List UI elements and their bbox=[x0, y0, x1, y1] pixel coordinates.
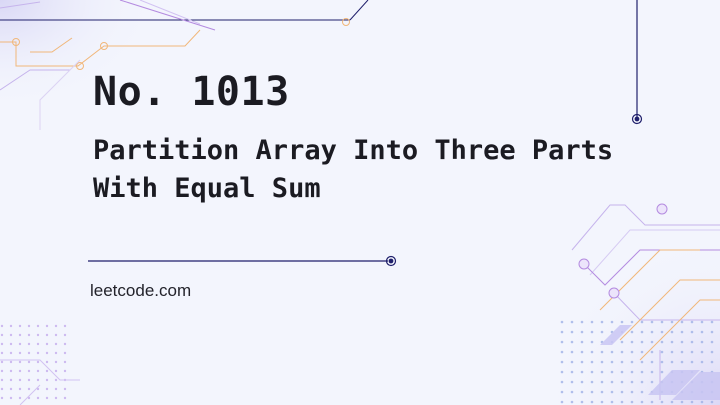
problem-number: No. 1013 bbox=[93, 69, 290, 115]
problem-title: Partition Array Into Three Parts With Eq… bbox=[93, 135, 614, 204]
title-divider bbox=[88, 255, 397, 267]
top-right-connector bbox=[631, 0, 643, 125]
bottom-left-dots bbox=[0, 320, 70, 405]
site-url: leetcode.com bbox=[90, 281, 192, 300]
